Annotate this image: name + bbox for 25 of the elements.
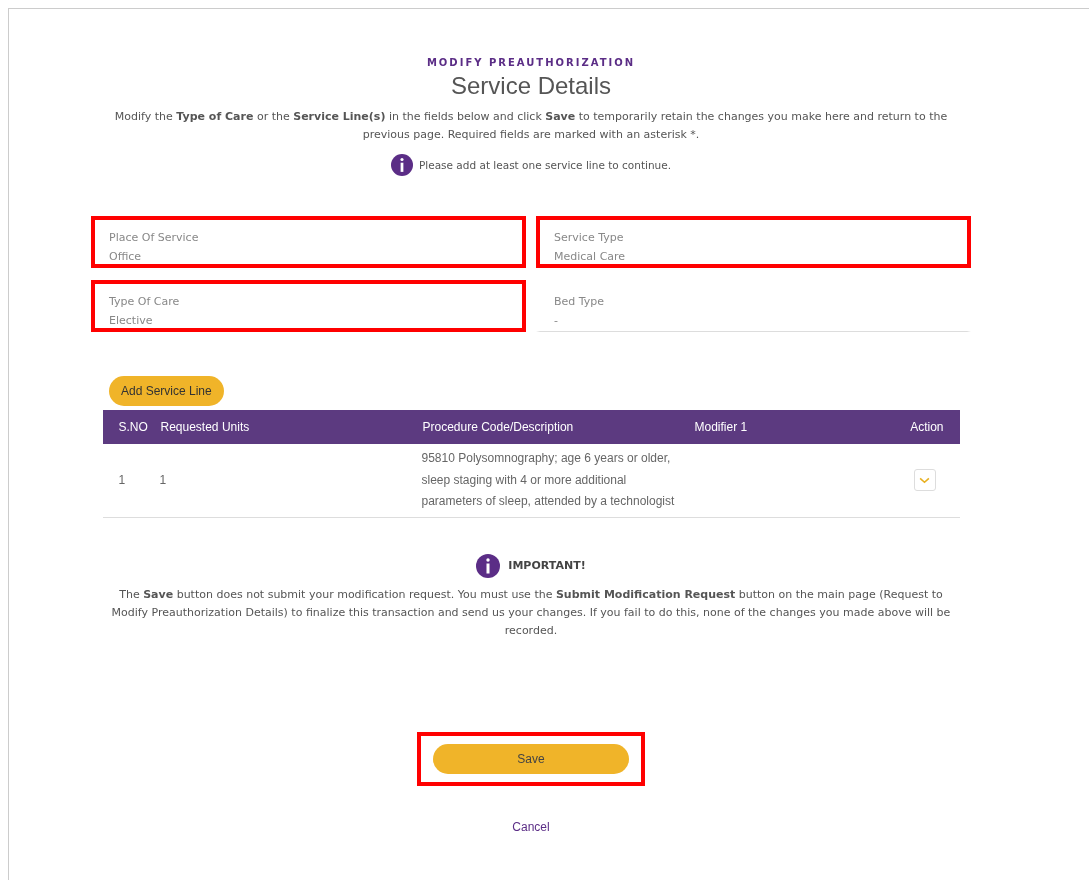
page-title: Service Details [450, 72, 612, 100]
chevron-down-icon [919, 476, 930, 484]
important-text: The Save button does not submit your modification request. You must use the Submit Modification Request button on the main page (Request to Modify Preauthorization Details) to finalize this transaction and send us your changes. If you fail to do this, none of the changes you made above will be recorded. [110, 586, 952, 639]
notice-text: Please add at least one service line to continue. [418, 159, 672, 171]
column-header: Procedure Code/Description [421, 410, 694, 444]
column-header: Requested Units [159, 410, 422, 444]
page-eyebrow: MODIFY PREAUTHORIZATION [426, 57, 636, 68]
form-field[interactable]: Service Type Medical Care [536, 216, 971, 268]
form-field[interactable]: Place Of Service Office [91, 216, 526, 268]
intro-text: Modify the Type of Care or the Service Line(s) in the fields below and click Save to temporarily retain the changes you make here and return to the previous page. Required fields are marked with an asterisk *. [113, 109, 949, 143]
important-title: IMPORTANT! [508, 559, 586, 572]
action-dropdown-button[interactable] [913, 469, 936, 492]
column-header: S.NO [102, 410, 160, 444]
table-cell-text: 95810 Polysomnography; age 6 years or older, sleep staging with 4 or more additional parameters of sleep, attended by a technologist [421, 450, 676, 510]
cancel-link[interactable]: Cancel [512, 819, 550, 834]
column-header: Modifier 1 [693, 410, 832, 444]
add-service-line-button[interactable]: Add Service Line [109, 376, 224, 406]
column-header: Action [831, 410, 960, 444]
save-button[interactable]: Save [433, 743, 629, 774]
form-field[interactable]: Type Of Care Elective [91, 280, 526, 332]
form-field[interactable]: Bed Type - [536, 280, 971, 332]
info-icon [476, 553, 501, 578]
info-icon [390, 154, 413, 176]
table-cell: 1 [118, 473, 126, 488]
table-cell: 1 [159, 473, 167, 488]
